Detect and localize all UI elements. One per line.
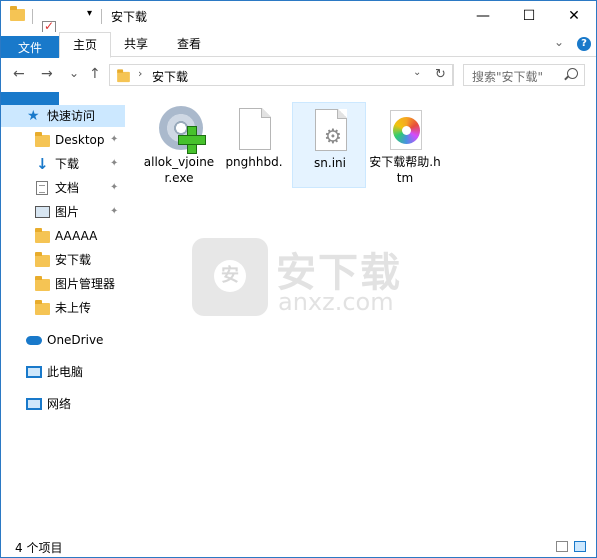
- file-item-help-htm[interactable]: 安下载帮助.htm: [368, 102, 442, 188]
- search-icon[interactable]: [567, 68, 578, 79]
- tab-share[interactable]: 共享: [111, 32, 161, 57]
- search-placeholder: 搜索"安下载": [472, 70, 544, 84]
- folder-icon: [35, 276, 50, 291]
- sidebar-item-anxiazai[interactable]: 安下载: [1, 249, 125, 271]
- blank-file-icon: [239, 108, 271, 150]
- sidebar-item-documents[interactable]: 文档 ✦: [1, 177, 125, 199]
- watermark: 安下载 anxz.com: [192, 238, 422, 318]
- close-button[interactable]: ✕: [551, 1, 597, 31]
- pin-icon[interactable]: ✦: [110, 201, 118, 223]
- file-name: 安下载帮助.htm: [369, 155, 441, 185]
- search-input[interactable]: 搜索"安下载": [463, 64, 585, 86]
- computer-icon: [26, 366, 42, 378]
- sidebar-item-label: OneDrive: [47, 333, 104, 347]
- sidebar-item-label: 安下载: [55, 253, 92, 267]
- file-name: pnghhbd.: [225, 155, 283, 169]
- file-list: 安下载 anxz.com allok_vjoiner.exe pnghhbd. …: [132, 98, 596, 538]
- item-count: 4 个项目: [15, 541, 63, 555]
- plus-icon: [178, 126, 206, 154]
- sidebar-item-not-uploaded[interactable]: 未上传: [1, 297, 125, 319]
- status-bar: 4 个项目: [1, 538, 596, 557]
- folder-icon: [117, 69, 130, 83]
- sidebar-item-quick-access[interactable]: ★ 快速访问: [1, 105, 125, 127]
- sidebar-item-pictures[interactable]: 图片 ✦: [1, 201, 125, 223]
- settings-file-icon: ⚙: [315, 109, 347, 151]
- chevron-down-icon[interactable]: ⌄: [554, 35, 564, 49]
- folder-icon: [35, 132, 50, 147]
- sidebar-item-this-pc[interactable]: 此电脑: [1, 361, 125, 383]
- ribbon-tabs: 文件 主页 共享 查看 ⌄ ?: [1, 32, 596, 122]
- breadcrumb-separator[interactable]: ›: [138, 67, 142, 80]
- recent-locations-icon[interactable]: ⌄: [69, 66, 79, 80]
- address-row: ← → ⌄ ↑ › 安下载 ⌄ ↻ 搜索"安下载": [1, 58, 596, 92]
- sidebar-item-label: 文档: [55, 181, 80, 195]
- watermark-subtitle: anxz.com: [278, 288, 394, 316]
- network-icon: [26, 398, 42, 410]
- quick-access-dropdown-icon[interactable]: ▾: [87, 8, 92, 19]
- sidebar-item-onedrive[interactable]: OneDrive: [1, 329, 125, 351]
- back-icon[interactable]: ←: [13, 66, 25, 82]
- tab-home[interactable]: 主页: [59, 32, 112, 58]
- explorer-window: ▾ 安下载 — ☐ ✕ 文件 主页 共享 查看 ⌄ ? ← → ⌄ ↑ › 安下…: [0, 0, 597, 558]
- file-name: allok_vjoiner.exe: [143, 155, 215, 185]
- document-icon: [36, 181, 48, 195]
- sidebar-item-label: 图片: [55, 205, 80, 219]
- details-view-icon[interactable]: [556, 541, 568, 552]
- html-file-icon: [390, 110, 422, 150]
- sidebar-item-downloads[interactable]: ↓ 下载 ✦: [1, 153, 125, 175]
- sidebar-item-desktop[interactable]: Desktop ✦: [1, 129, 125, 151]
- pin-icon[interactable]: ✦: [110, 177, 118, 199]
- tab-view[interactable]: 查看: [164, 32, 214, 57]
- maximize-button[interactable]: ☐: [506, 1, 552, 31]
- address-bar[interactable]: › 安下载 ⌄: [109, 64, 454, 86]
- file-item-pnghhbd[interactable]: pnghhbd.: [217, 102, 291, 188]
- minimize-button[interactable]: —: [460, 1, 506, 31]
- pin-icon[interactable]: ✦: [110, 153, 118, 175]
- forward-icon[interactable]: →: [41, 66, 53, 82]
- sidebar-item-label: 此电脑: [47, 365, 84, 379]
- title-bar: ▾ 安下载 — ☐ ✕: [1, 1, 597, 47]
- large-icons-view-icon[interactable]: [574, 541, 586, 552]
- file-name: sn.ini: [314, 156, 346, 170]
- title-separator: [32, 9, 33, 24]
- sidebar-item-label: Desktop: [55, 133, 105, 147]
- sidebar-item-aaaaa[interactable]: AAAAA: [1, 225, 125, 247]
- star-icon: ★: [27, 108, 40, 124]
- pin-icon[interactable]: ✦: [110, 129, 118, 151]
- file-item-sn-ini[interactable]: ⚙ sn.ini: [292, 102, 366, 188]
- breadcrumb[interactable]: 安下载: [152, 68, 188, 85]
- up-icon[interactable]: ↑: [89, 66, 101, 82]
- sidebar-item-label: 未上传: [55, 301, 92, 315]
- refresh-button[interactable]: ↻: [429, 64, 453, 86]
- sidebar-item-label: 快速访问: [47, 109, 96, 123]
- sidebar-item-picture-manager[interactable]: 图片管理器: [1, 273, 125, 295]
- picture-icon: [35, 206, 50, 218]
- gear-icon: ⚙: [324, 124, 342, 148]
- title-separator: [101, 9, 102, 24]
- help-icon[interactable]: ?: [577, 37, 591, 51]
- file-item-allok-vjoiner[interactable]: allok_vjoiner.exe: [142, 102, 216, 188]
- folder-icon: [35, 228, 50, 243]
- sidebar-item-network[interactable]: 网络: [1, 393, 125, 415]
- sidebar-item-label: AAAAA: [55, 229, 98, 243]
- address-dropdown-icon[interactable]: ⌄: [413, 67, 421, 78]
- sidebar-item-label: 下载: [55, 157, 80, 171]
- sidebar-item-label: 图片管理器: [55, 277, 116, 291]
- folder-icon[interactable]: [10, 6, 25, 21]
- folder-icon: [35, 252, 50, 267]
- navigation-pane: ★ 快速访问 Desktop ✦ ↓ 下载 ✦ 文档 ✦ 图片 ✦ AAAAA: [1, 98, 131, 538]
- download-icon: ↓: [36, 155, 49, 173]
- folder-icon: [35, 300, 50, 315]
- sidebar-item-label: 网络: [47, 397, 72, 411]
- window-title: 安下载: [111, 10, 148, 24]
- cloud-icon: [26, 336, 42, 345]
- watermark-logo-icon: [192, 238, 268, 316]
